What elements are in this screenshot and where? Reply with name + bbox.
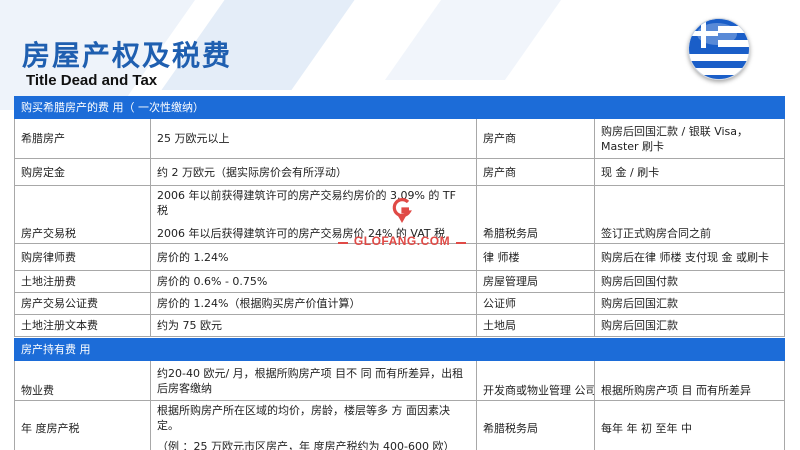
cost-cell: 根据所购房产所在区域的均价，房龄，楼层等多 方 面因素决定。 （例 ：25 万欧… [150, 400, 477, 450]
cost-line: 2006 年以后获得建筑许可的房产交易房价 24% 的 VAT 税 [157, 227, 446, 240]
item-cell: 房产交易公证费 [14, 292, 151, 315]
item-cell: 房产交易税 [14, 185, 151, 244]
item-cell: 土地注册费 [14, 270, 151, 293]
item-cell: 购房定金 [14, 158, 151, 186]
purchase-costs-heading: 购买希腊房产的费 用（ 一次性缴纳） [14, 96, 785, 119]
table-row: 购房律师费 房价的 1.24% 律 师楼 购房后在律 师楼 支付现 金 或刷卡 [14, 243, 785, 271]
holding-costs-heading: 房产持有费 用 [14, 338, 785, 361]
method-cell: 每年 年 初 至年 中 [594, 400, 785, 450]
method-cell: 根据所购房产项 目 而有所差异 [594, 360, 785, 401]
item-cell: 土地注册文本费 [14, 314, 151, 337]
cost-line: 根据所购房产所在区域的均价，房龄，楼层等多 方 面因素决定。 [157, 404, 450, 432]
item-cell: 年 度房产税 [14, 400, 151, 450]
greece-flag-icon [688, 18, 750, 80]
item-cell: 物业费 [14, 360, 151, 401]
page-subtitle: Title Dead and Tax [26, 72, 158, 89]
party-cell: 开发商或物业管理 公司 [476, 360, 595, 401]
background-shape [384, 0, 576, 80]
page-title: 房屋产权及税费 [22, 39, 233, 72]
method-cell: 购房后回国汇款 [594, 292, 785, 315]
cost-line: （例 ：25 万欧元市区房产，年 度房产税约为 400-600 欧） [157, 440, 455, 450]
table-row: 购房定金 约 2 万欧元（据实际房价会有所浮动） 房产商 现 金 / 刷卡 [14, 158, 785, 186]
table-header-row: 房产持有费 用 [14, 338, 785, 361]
table-row: 年 度房产税 根据所购房产所在区域的均价，房龄，楼层等多 方 面因素决定。 （例… [14, 400, 785, 450]
table-row: 希腊房产 25 万欧元以上 房产商 购房后回国汇款 / 银联 Visa，Mast… [14, 118, 785, 159]
table-header-row: 购买希腊房产的费 用（ 一次性缴纳） [14, 96, 785, 119]
purchase-costs-table: 购买希腊房产的费 用（ 一次性缴纳） 希腊房产 25 万欧元以上 房产商 购房后… [14, 96, 785, 337]
cost-cell: 房价的 0.6% - 0.75% [150, 270, 477, 293]
table-row: 土地注册费 房价的 0.6% - 0.75% 房屋管理局 购房后回国付款 [14, 270, 785, 293]
cost-cell: 约 2 万欧元（据实际房价会有所浮动） [150, 158, 477, 186]
cost-cell: 2006 年以前获得建筑许可的房产交易约房价的 3.09% 的 TF 税 200… [150, 185, 477, 244]
party-cell: 希腊税务局 [476, 400, 595, 450]
method-cell: 购房后在律 师楼 支付现 金 或刷卡 [594, 243, 785, 271]
cost-cell: 约20-40 欧元/ 月，根据所购房产项 目不 同 而有所差异，出租后房客缴纳 [150, 360, 477, 401]
method-cell: 购房后回国付款 [594, 270, 785, 293]
party-cell: 公证师 [476, 292, 595, 315]
method-cell: 购房后回国汇款 [594, 314, 785, 337]
holding-costs-table: 房产持有费 用 物业费 约20-40 欧元/ 月，根据所购房产项 目不 同 而有… [14, 338, 785, 450]
party-cell: 希腊税务局 [476, 185, 595, 244]
party-cell: 土地局 [476, 314, 595, 337]
table-row: 房产交易公证费 房价的 1.24%（根据购买房产价值计算） 公证师 购房后回国汇… [14, 292, 785, 315]
cost-cell: 约为 75 欧元 [150, 314, 477, 337]
cost-cell: 房价的 1.24% [150, 243, 477, 271]
item-cell: 购房律师费 [14, 243, 151, 271]
cost-cell: 25 万欧元以上 [150, 118, 477, 159]
method-cell: 现 金 / 刷卡 [594, 158, 785, 186]
method-cell: 签订正式购房合同之前 [594, 185, 785, 244]
method-cell: 购房后回国汇款 / 银联 Visa，Master 刷卡 [594, 118, 785, 159]
table-row: 土地注册文本费 约为 75 欧元 土地局 购房后回国汇款 [14, 314, 785, 337]
party-cell: 房产商 [476, 118, 595, 159]
party-cell: 房屋管理局 [476, 270, 595, 293]
party-cell: 律 师楼 [476, 243, 595, 271]
item-cell: 希腊房产 [14, 118, 151, 159]
table-row: 房产交易税 2006 年以前获得建筑许可的房产交易约房价的 3.09% 的 TF… [14, 185, 785, 244]
table-row: 物业费 约20-40 欧元/ 月，根据所购房产项 目不 同 而有所差异，出租后房… [14, 360, 785, 401]
cost-line: 2006 年以前获得建筑许可的房产交易约房价的 3.09% 的 TF 税 [157, 189, 456, 217]
cost-cell: 房价的 1.24%（根据购买房产价值计算） [150, 292, 477, 315]
party-cell: 房产商 [476, 158, 595, 186]
